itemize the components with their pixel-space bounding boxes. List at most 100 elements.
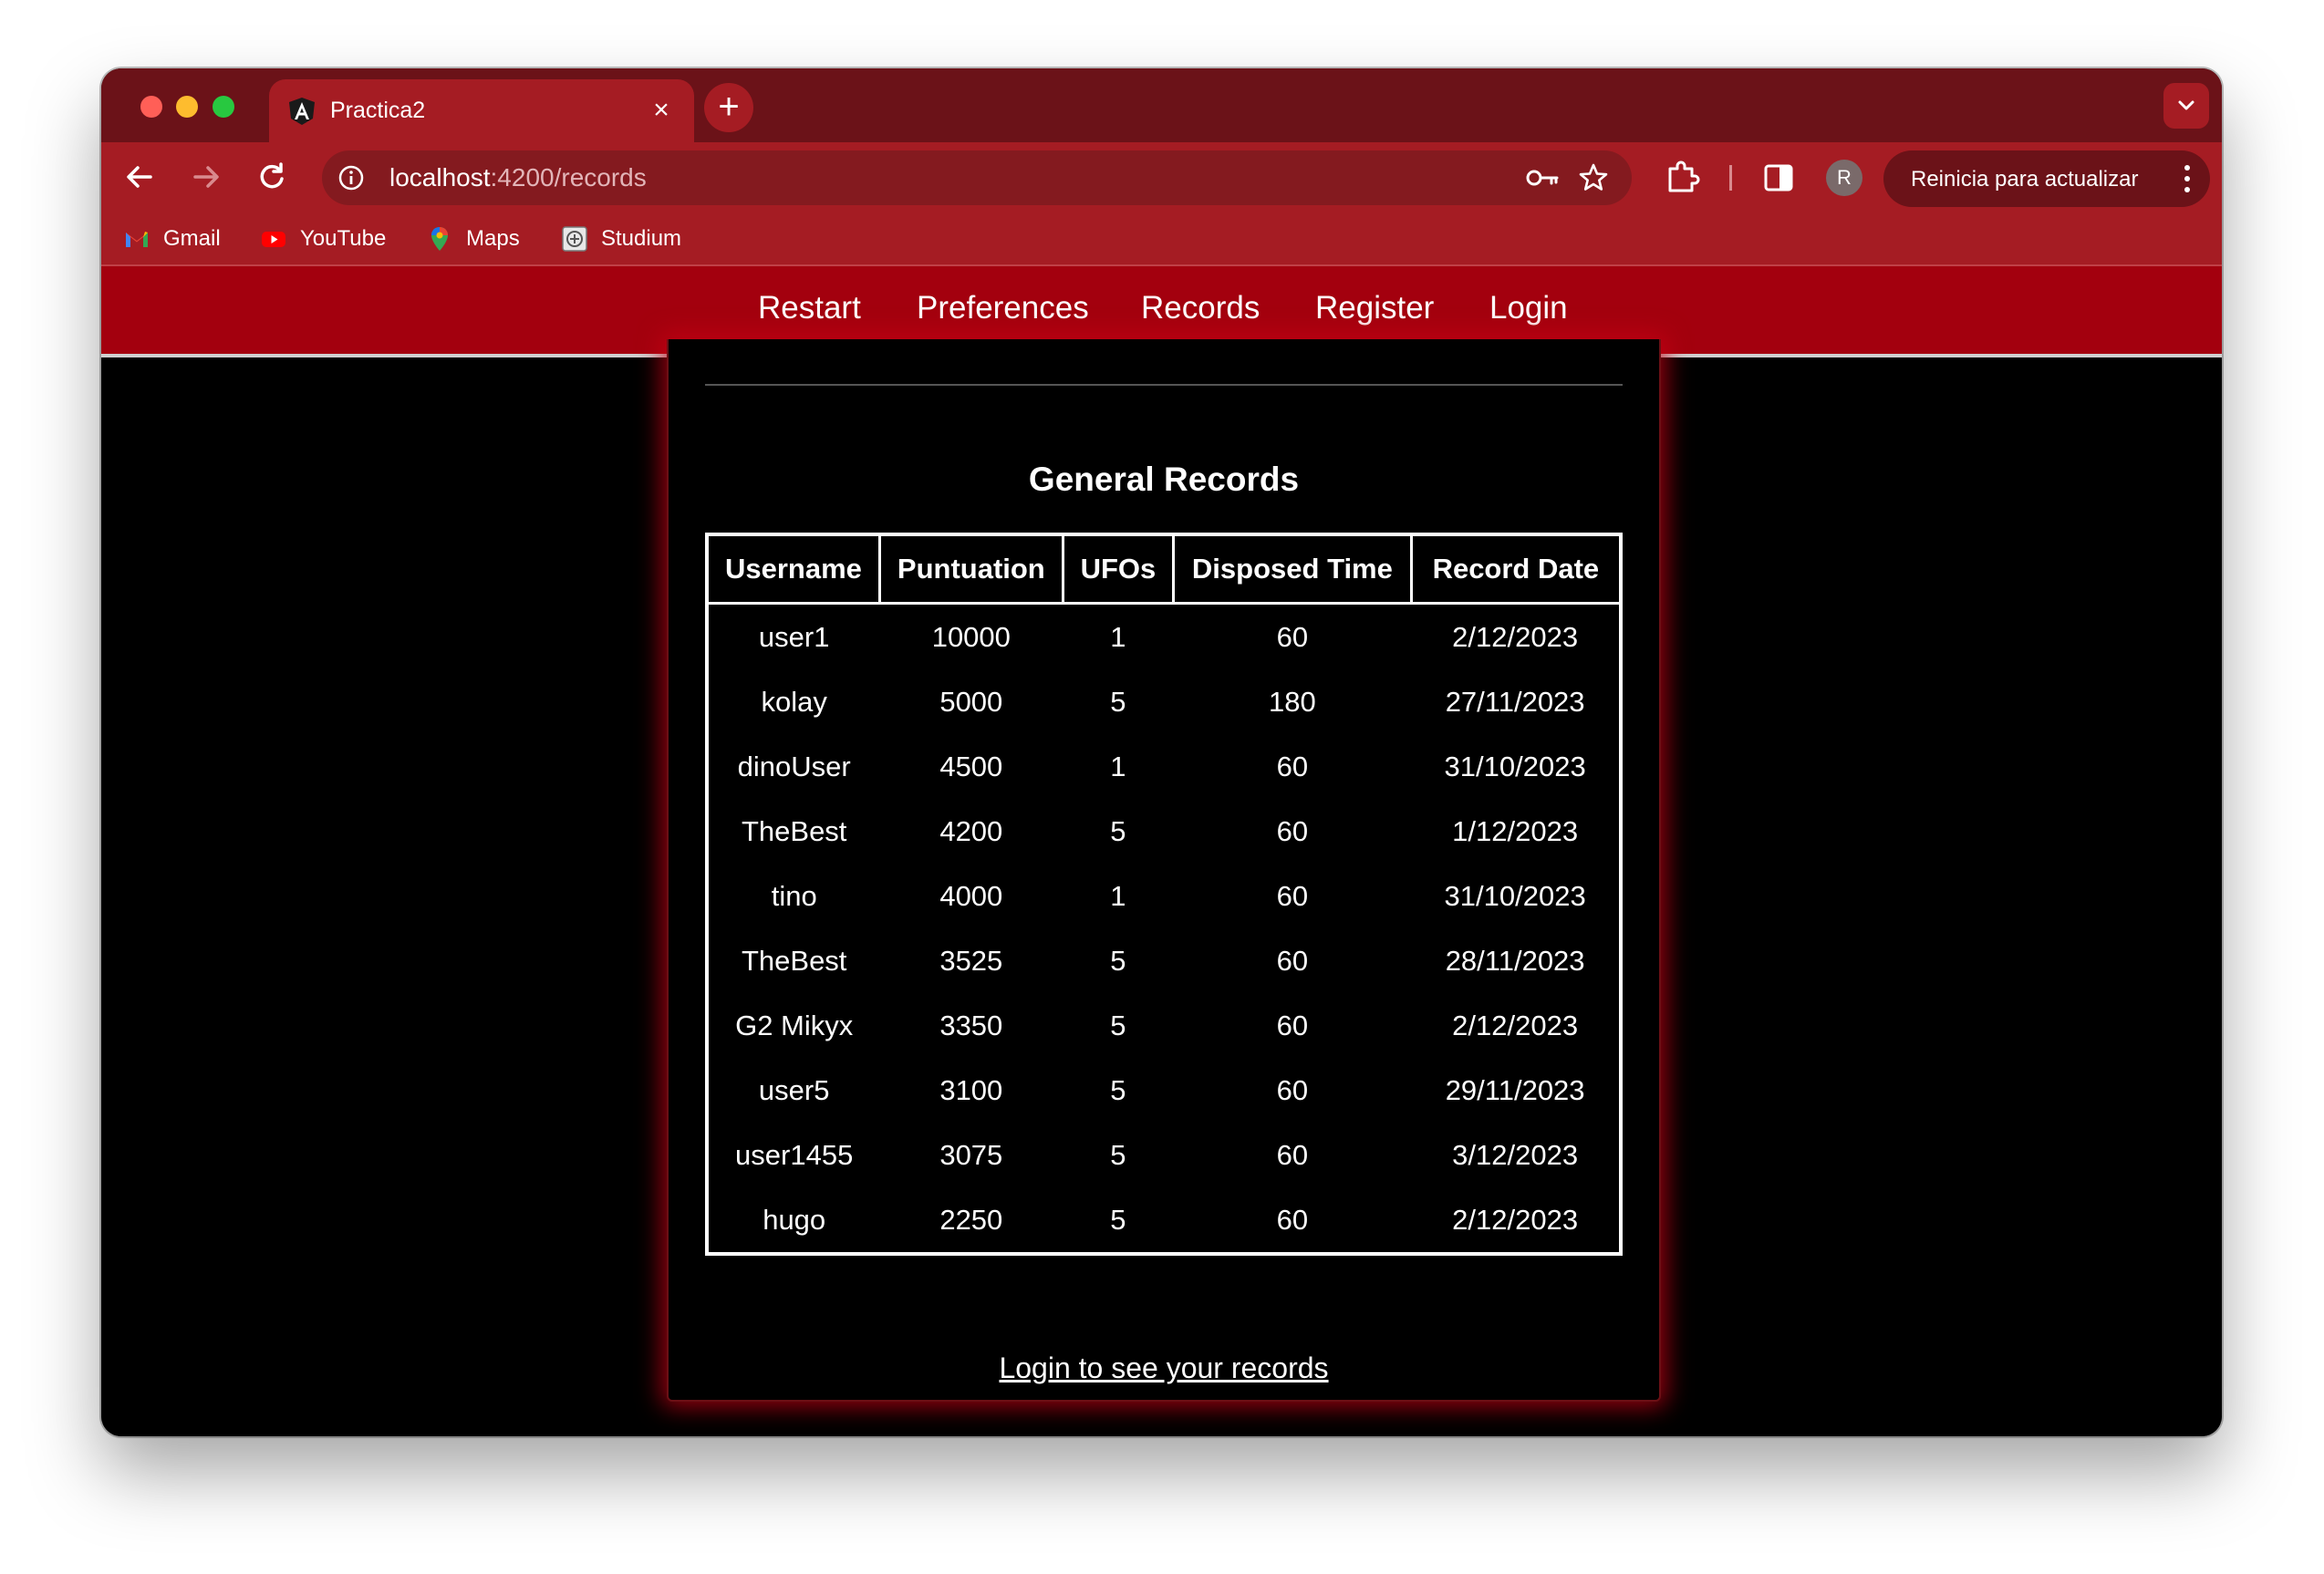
cell-puntuation: 4200 (939, 814, 1003, 847)
url-text: localhost:4200/records (389, 163, 647, 192)
update-button-label: Reinicia para actualizar (1911, 167, 2139, 192)
bookmark-studium[interactable]: Studium (561, 224, 681, 254)
angular-icon (289, 98, 315, 125)
cell-username: dinoUser (737, 750, 851, 782)
cell-record-date: 1/12/2023 (1452, 814, 1579, 847)
cell-ufos: 5 (1110, 685, 1126, 718)
maximize-window-button[interactable] (213, 96, 234, 118)
profile-avatar[interactable]: R (1826, 160, 1862, 196)
cell-username: kolay (761, 685, 827, 718)
cell-puntuation: 3525 (939, 944, 1003, 977)
nav-login[interactable]: Login (1489, 290, 1568, 326)
back-icon[interactable] (118, 155, 161, 199)
cell-record-date: 31/10/2023 (1444, 750, 1586, 782)
gmail-icon (126, 232, 148, 247)
cell-puntuation: 4500 (939, 750, 1003, 782)
cell-ufos: 1 (1110, 750, 1126, 782)
studium-icon (562, 226, 587, 252)
cell-disposed-time: 60 (1276, 944, 1309, 977)
maps-icon (431, 227, 448, 251)
login-to-see-records-link[interactable]: Login to see your records (999, 1351, 1328, 1384)
password-key-icon[interactable] (1524, 161, 1561, 194)
reload-icon[interactable] (250, 155, 294, 199)
more-options-icon (2184, 165, 2190, 192)
table-row: hugo 2250 5 60 2/12/2023 (707, 1187, 1621, 1254)
table-row: tino 4000 1 60 31/10/2023 (707, 864, 1621, 928)
table-row: dinoUser 4500 1 60 31/10/2023 (707, 734, 1621, 799)
youtube-icon (262, 232, 285, 247)
new-tab-button[interactable]: + (704, 83, 753, 132)
address-bar[interactable]: localhost:4200/records (322, 150, 1632, 205)
toolbar-divider (1729, 165, 1732, 191)
cell-puntuation: 2250 (939, 1203, 1003, 1236)
bookmark-gmail[interactable]: Gmail (123, 224, 221, 254)
cell-disposed-time: 60 (1276, 879, 1309, 912)
cell-username: TheBest (741, 814, 847, 847)
cell-disposed-time: 60 (1276, 814, 1309, 847)
records-card: General Records Username Puntuation UFOs… (667, 339, 1661, 1402)
nav-restart[interactable]: Restart (758, 290, 861, 326)
cell-ufos: 5 (1110, 1009, 1126, 1041)
cell-record-date: 29/11/2023 (1445, 1073, 1585, 1106)
cell-ufos: 5 (1110, 944, 1126, 977)
browser-tab-active[interactable]: Practica2 × (269, 79, 694, 142)
cell-record-date: 27/11/2023 (1445, 685, 1585, 718)
nav-register[interactable]: Register (1315, 290, 1434, 326)
bookmark-youtube[interactable]: YouTube (260, 224, 386, 254)
divider (705, 384, 1623, 386)
cell-username: G2 Mikyx (735, 1009, 854, 1041)
bookmarks-bar: Gmail YouTube Maps Studium (101, 212, 2222, 266)
cell-record-date: 2/12/2023 (1452, 620, 1579, 653)
tab-search-button[interactable] (2163, 83, 2209, 129)
update-button[interactable]: Reinicia para actualizar (1883, 150, 2210, 207)
cell-ufos: 5 (1110, 814, 1126, 847)
extensions-puzzle-icon[interactable] (1664, 158, 1702, 196)
browser-toolbar: localhost:4200/records R Reinicia para a… (101, 142, 2222, 212)
tab-title: Practica2 (330, 98, 426, 123)
forward-icon[interactable] (184, 155, 228, 199)
tab-strip: Practica2 × + (101, 68, 2222, 142)
cell-puntuation: 3100 (939, 1073, 1003, 1106)
column-header: Puntuation (877, 533, 1064, 605)
cell-ufos: 5 (1110, 1138, 1126, 1171)
cell-ufos: 1 (1110, 620, 1126, 653)
table-row: kolay 5000 5 180 27/11/2023 (707, 669, 1621, 734)
cell-puntuation: 4000 (939, 879, 1003, 912)
cell-ufos: 1 (1110, 879, 1126, 912)
cell-disposed-time: 60 (1276, 1073, 1309, 1106)
column-header: UFOs (1061, 533, 1176, 605)
minimize-window-button[interactable] (176, 96, 198, 118)
cell-username: user5 (758, 1073, 830, 1106)
table-header-row: Username Puntuation UFOs Disposed Time R… (705, 533, 1623, 605)
column-header: Username (705, 533, 881, 605)
site-info-icon[interactable] (337, 163, 366, 192)
column-header: Disposed Time (1172, 533, 1413, 605)
cell-record-date: 2/12/2023 (1452, 1009, 1579, 1041)
cell-username: TheBest (741, 944, 847, 977)
nav-preferences[interactable]: Preferences (917, 290, 1089, 326)
cell-puntuation: 5000 (939, 685, 1003, 718)
browser-window: Practica2 × + localhost:4200/records R R… (101, 68, 2222, 1436)
table-row: user5 3100 5 60 29/11/2023 (707, 1058, 1621, 1123)
cell-disposed-time: 60 (1276, 1138, 1309, 1171)
cell-disposed-time: 60 (1276, 1203, 1309, 1236)
cell-username: tino (771, 879, 817, 912)
cell-record-date: 31/10/2023 (1444, 879, 1586, 912)
cell-puntuation: 3350 (939, 1009, 1003, 1041)
cell-username: user1 (758, 620, 830, 653)
bookmark-star-icon[interactable] (1577, 161, 1610, 194)
side-panel-icon[interactable] (1760, 160, 1797, 196)
cell-disposed-time: 180 (1269, 685, 1316, 718)
cell-username: hugo (763, 1203, 826, 1236)
bookmark-maps[interactable]: Maps (426, 224, 520, 254)
tab-close-icon[interactable]: × (643, 92, 680, 129)
chevron-down-icon (2178, 100, 2194, 110)
page-title: General Records (1028, 461, 1300, 498)
cell-record-date: 2/12/2023 (1452, 1203, 1579, 1236)
records-table: Username Puntuation UFOs Disposed Time R… (705, 533, 1623, 1256)
cell-ufos: 5 (1110, 1203, 1126, 1236)
nav-records[interactable]: Records (1141, 290, 1260, 326)
table-row: TheBest 4200 5 60 1/12/2023 (707, 799, 1621, 864)
login-link-wrapper: Login to see your records (669, 1351, 1659, 1385)
close-window-button[interactable] (140, 96, 162, 118)
